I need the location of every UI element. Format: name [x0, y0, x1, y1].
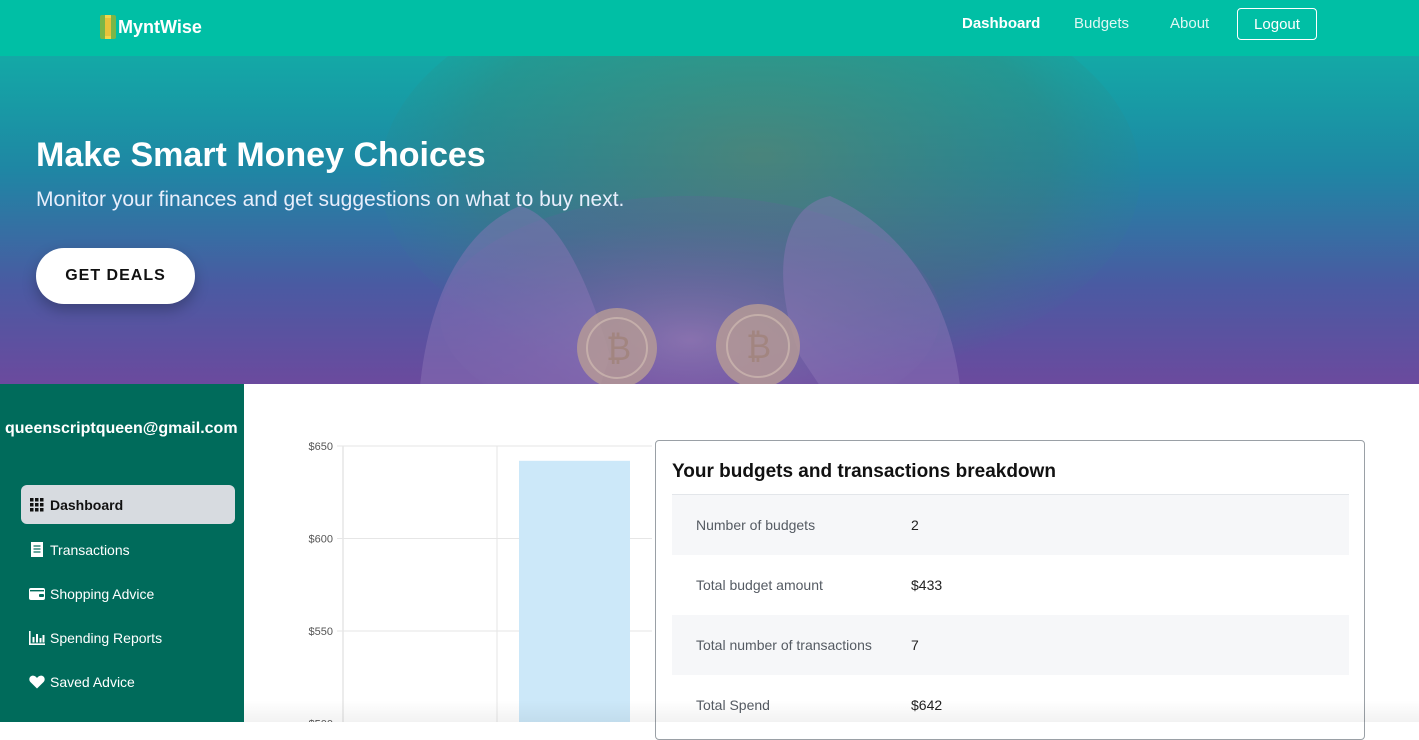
user-email: queenscriptqueen@gmail.com [5, 420, 238, 437]
spending-bar-chart: $650 $600 $550 $500 [309, 441, 652, 723]
sidebar-item-label: Shopping Advice [50, 585, 155, 602]
receipt-icon [29, 542, 45, 558]
chart-bar[interactable] [519, 460, 630, 722]
row-label: Total number of transactions [696, 637, 872, 653]
svg-text:₿: ₿ [746, 327, 771, 367]
sidebar-item-saved-advice[interactable]: Saved Advice [21, 662, 235, 701]
grid-icon [29, 497, 45, 513]
nav-link-about[interactable]: About [1170, 15, 1209, 32]
sidebar-item-shopping-advice[interactable]: Shopping Advice [21, 574, 235, 613]
sidebar-item-dashboard[interactable]: Dashboard [21, 485, 235, 524]
hero-subtitle: Monitor your finances and get suggestion… [36, 188, 625, 211]
svg-text:₿: ₿ [606, 329, 631, 369]
top-navbar: MyntWise Dashboard Budgets About Logout [0, 0, 1419, 56]
heart-icon [29, 674, 45, 690]
sidebar-item-label: Dashboard [50, 496, 124, 513]
row-value: $433 [911, 577, 943, 593]
y-tick-label: $650 [309, 441, 333, 453]
money-logo-icon [100, 15, 116, 39]
main-content: $650 $600 $550 $500 Your budgets and transa… [244, 384, 1419, 740]
y-tick-label: $600 [309, 534, 333, 546]
breakdown-row-total-spend: Total Spend $642 [672, 675, 1349, 735]
sidebar-item-transactions[interactable]: Transactions [21, 530, 235, 569]
breakdown-row-transactions-count: Total number of transactions 7 [672, 615, 1349, 675]
sidebar-item-label: Saved Advice [50, 673, 135, 690]
get-deals-button[interactable]: GET DEALS [36, 248, 195, 304]
sidebar-item-label: Spending Reports [50, 629, 163, 646]
breakdown-card: Your budgets and transactions breakdown … [655, 440, 1365, 740]
row-value: $642 [911, 697, 943, 713]
row-value: 2 [911, 517, 919, 533]
nav-link-budgets[interactable]: Budgets [1074, 15, 1129, 32]
logout-button[interactable]: Logout [1237, 8, 1317, 40]
hero-banner: ₿ ₿ Make Smart Money Choices Monitor you… [0, 56, 1419, 384]
breakdown-row-budgets-count: Number of budgets 2 [672, 495, 1349, 555]
hero-background-image: ₿ ₿ [380, 56, 1140, 384]
brand-link[interactable]: MyntWise [100, 13, 202, 41]
brand-name: MyntWise [118, 16, 202, 37]
y-tick-label: $550 [309, 626, 333, 638]
sidebar-item-label: Transactions [50, 541, 130, 558]
sidebar: queenscriptqueen@gmail.com Dashboard Tra… [0, 384, 244, 722]
wallet-icon [29, 586, 45, 602]
breakdown-title: Your budgets and transactions breakdown [672, 461, 1056, 482]
row-label: Number of budgets [696, 517, 816, 533]
row-label: Total budget amount [696, 577, 823, 593]
row-label: Total Spend [696, 697, 770, 713]
hero-title: Make Smart Money Choices [36, 136, 486, 174]
nav-link-dashboard[interactable]: Dashboard [962, 15, 1040, 32]
y-tick-label: $500 [309, 719, 333, 723]
bar-chart-icon [29, 630, 45, 646]
sidebar-item-spending-reports[interactable]: Spending Reports [21, 618, 235, 657]
breakdown-row-budget-amount: Total budget amount $433 [672, 555, 1349, 615]
row-value: 7 [911, 637, 919, 653]
